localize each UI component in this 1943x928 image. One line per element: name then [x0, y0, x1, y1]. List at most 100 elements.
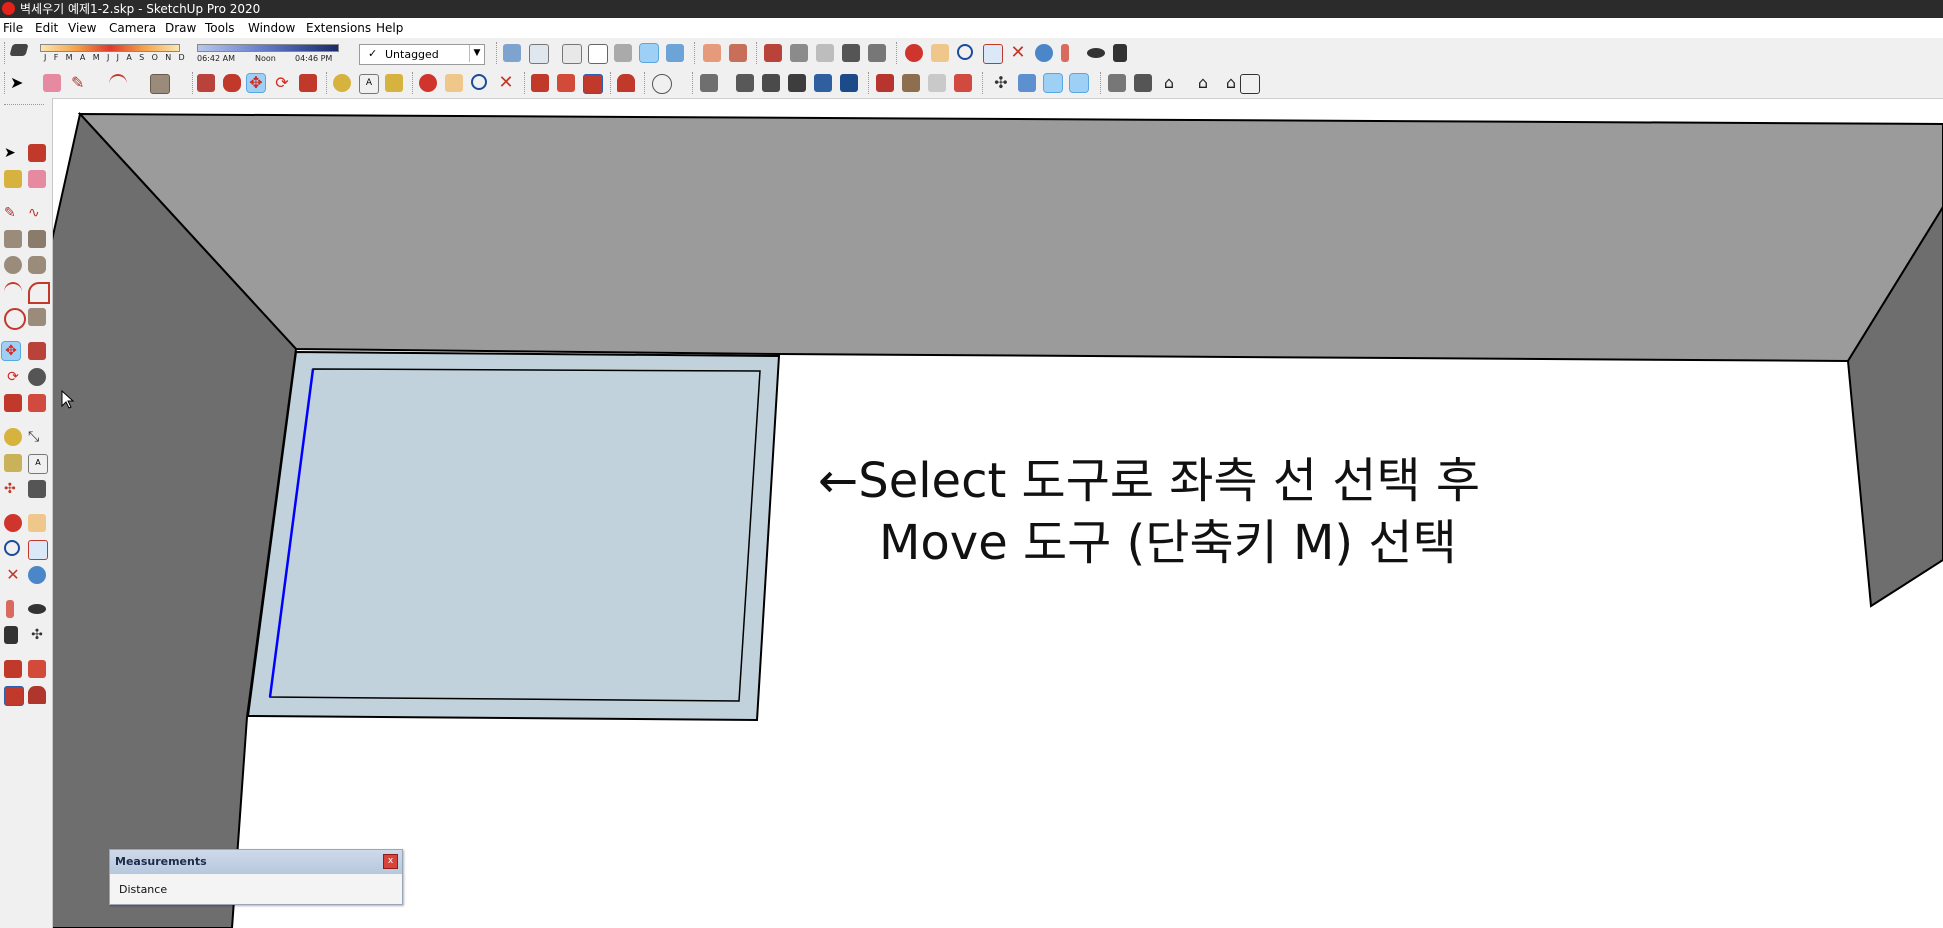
- select-icon[interactable]: ➤: [10, 74, 28, 92]
- select-icon[interactable]: ➤: [4, 144, 22, 162]
- follow-me-icon[interactable]: [223, 74, 241, 92]
- user-icon[interactable]: [652, 74, 672, 94]
- zoom-extents-icon[interactable]: ✕: [1009, 44, 1027, 62]
- arc-icon[interactable]: [109, 74, 127, 94]
- make-component-icon[interactable]: [28, 144, 46, 162]
- menu-help[interactable]: Help: [376, 21, 403, 35]
- axes-icon[interactable]: ✣: [992, 74, 1010, 92]
- zoom-extents-icon[interactable]: ✕: [4, 566, 22, 584]
- arc-icon[interactable]: [4, 282, 22, 302]
- shadow-toggle-icon[interactable]: [9, 44, 29, 56]
- eraser-icon[interactable]: [43, 74, 61, 92]
- offset-icon[interactable]: [28, 394, 46, 412]
- line-icon[interactable]: ✎: [4, 204, 22, 222]
- orbit-icon[interactable]: [419, 74, 437, 92]
- menu-tools[interactable]: Tools: [205, 21, 235, 35]
- top-view-icon[interactable]: [529, 44, 549, 64]
- house-5-icon[interactable]: ⌂: [1222, 74, 1240, 92]
- sandbox-3-icon[interactable]: [928, 74, 946, 92]
- push-pull-icon[interactable]: [197, 74, 215, 92]
- toolbar-grip[interactable]: [982, 72, 986, 94]
- menu-edit[interactable]: Edit: [35, 21, 58, 35]
- axes-icon[interactable]: ✣: [4, 480, 22, 498]
- dimension-icon[interactable]: ⤡: [28, 428, 46, 446]
- style-4-icon[interactable]: [788, 74, 806, 92]
- menu-draw[interactable]: Draw: [165, 21, 196, 35]
- pan-icon[interactable]: [931, 44, 949, 62]
- intersect-icon[interactable]: [790, 44, 808, 62]
- warehouse-icon[interactable]: [4, 660, 22, 678]
- orbit-icon[interactable]: [905, 44, 923, 62]
- house-4-icon[interactable]: ⌂: [1194, 74, 1212, 92]
- xray-icon[interactable]: [562, 44, 582, 64]
- sandbox-1-icon[interactable]: [876, 74, 894, 92]
- house-2-icon[interactable]: [1134, 74, 1152, 92]
- trim-icon[interactable]: [868, 44, 886, 62]
- iso-right-icon[interactable]: [1069, 73, 1089, 93]
- wall-top-face[interactable]: [77, 112, 1943, 363]
- iso-view-icon[interactable]: [1018, 74, 1036, 92]
- menu-camera[interactable]: Camera: [109, 21, 156, 35]
- look-around-icon[interactable]: [28, 604, 46, 614]
- measurements-label[interactable]: Distance: [119, 883, 167, 896]
- menu-file[interactable]: File: [3, 21, 23, 35]
- zoom-icon[interactable]: [957, 44, 973, 60]
- protractor-icon[interactable]: [4, 454, 22, 472]
- toolbar-grip[interactable]: [896, 42, 900, 64]
- position-camera-icon[interactable]: [1061, 44, 1069, 62]
- walk-icon[interactable]: [4, 626, 18, 644]
- tag-dropdown[interactable]: ✓ Untagged ▼: [359, 44, 485, 65]
- zoom-icon[interactable]: [4, 540, 20, 556]
- menu-extensions[interactable]: Extensions: [306, 21, 371, 35]
- selected-rectangle-face[interactable]: [246, 350, 781, 722]
- toolbar-grip[interactable]: [694, 42, 698, 64]
- union-icon[interactable]: [816, 44, 834, 62]
- zoom-window-icon[interactable]: [983, 44, 1003, 64]
- pencil-icon[interactable]: ✎: [71, 74, 89, 92]
- style-3-icon[interactable]: [762, 74, 780, 92]
- wireframe-icon[interactable]: [588, 44, 608, 64]
- close-icon[interactable]: x: [383, 854, 398, 869]
- tape-measure-icon[interactable]: [333, 74, 351, 92]
- shadow-time-bar[interactable]: [197, 44, 339, 52]
- freehand-icon[interactable]: ∿: [28, 204, 46, 222]
- toolbar-grip[interactable]: [644, 72, 648, 94]
- shadow-date-bar[interactable]: [40, 44, 180, 52]
- two-point-arc-icon[interactable]: [4, 308, 26, 330]
- toolbar-grip[interactable]: [610, 72, 614, 94]
- previous-view-icon[interactable]: [28, 566, 46, 584]
- rotate-icon[interactable]: ⟳: [273, 74, 291, 92]
- rotate-icon[interactable]: ⟳: [4, 368, 22, 386]
- toolbar-grip[interactable]: [192, 72, 196, 94]
- style-5-icon[interactable]: [814, 74, 832, 92]
- section-plane-icon[interactable]: ✣: [28, 626, 46, 644]
- toolbar-grip[interactable]: [756, 42, 760, 64]
- send-to-layout-icon[interactable]: [4, 686, 24, 706]
- shaded-textures-icon[interactable]: [666, 44, 684, 62]
- sandbox-2-icon[interactable]: [902, 74, 920, 92]
- look-around-icon[interactable]: [1087, 48, 1105, 58]
- toolbar-grip[interactable]: [1100, 72, 1104, 94]
- toolbar-grip[interactable]: [868, 72, 872, 94]
- pan-icon[interactable]: [28, 514, 46, 532]
- section-display-icon[interactable]: [729, 44, 747, 62]
- menu-view[interactable]: View: [68, 21, 96, 35]
- measurements-header[interactable]: Measurements x: [110, 850, 402, 874]
- zoom-icon[interactable]: [471, 74, 487, 90]
- warehouse-icon[interactable]: [531, 74, 549, 92]
- zoom-window-icon[interactable]: [28, 540, 48, 560]
- toolbar-grip[interactable]: [496, 42, 500, 64]
- shadow-date-slider[interactable]: J F M A M J J A S O N D: [40, 44, 185, 66]
- toolbar-grip[interactable]: [524, 72, 528, 94]
- extension-warehouse-icon[interactable]: [28, 660, 46, 678]
- scale-icon[interactable]: [4, 394, 22, 412]
- tape-measure-icon[interactable]: [4, 428, 22, 446]
- outer-shell-icon[interactable]: [764, 44, 782, 62]
- extension-warehouse-icon[interactable]: [557, 74, 575, 92]
- orbit-icon[interactable]: [4, 514, 22, 532]
- style-6-icon[interactable]: [840, 74, 858, 92]
- style-1-icon[interactable]: [700, 74, 718, 92]
- polygon-icon[interactable]: [28, 256, 46, 274]
- toolbar-grip[interactable]: [412, 72, 416, 94]
- scale-icon[interactable]: [299, 74, 317, 92]
